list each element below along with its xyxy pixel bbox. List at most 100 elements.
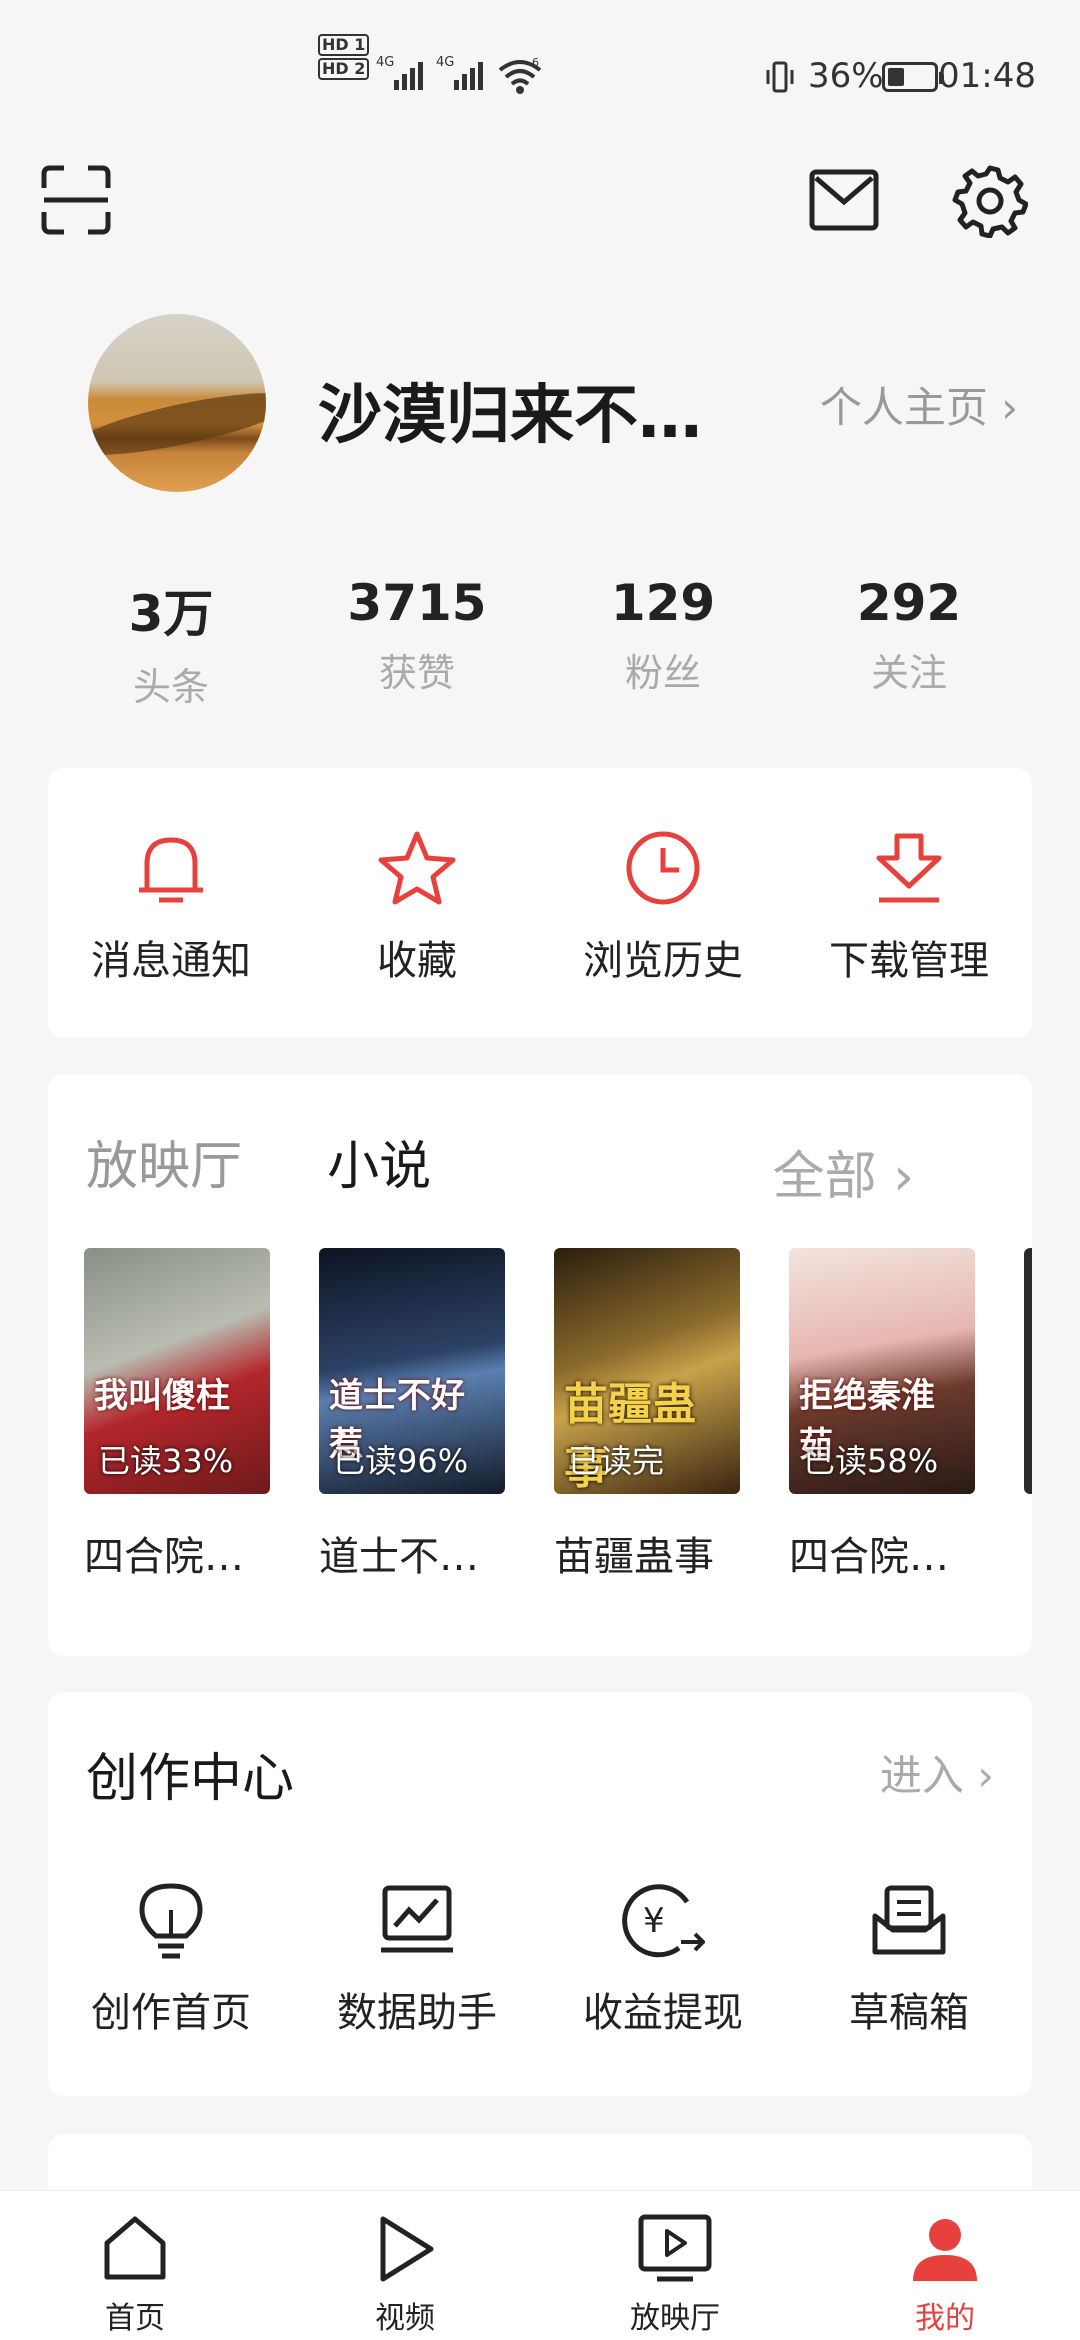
mail-icon	[809, 169, 879, 231]
battery-fill	[888, 68, 904, 86]
svg-text:¥: ¥	[643, 1901, 665, 1941]
favorites-button[interactable]: 收藏	[294, 820, 540, 986]
book-cover: 苗疆蛊事 已读完	[554, 1248, 740, 1494]
star-icon	[378, 831, 456, 905]
book-cover: 拒绝秦淮茹 已读58%	[789, 1248, 975, 1494]
book-item-partial[interactable]	[1024, 1248, 1032, 1494]
clock-icon	[626, 831, 700, 905]
nav-video[interactable]: 视频	[270, 2191, 540, 2340]
chart-icon	[381, 1885, 453, 1953]
net1-label: 4G	[376, 55, 394, 70]
drafts-button[interactable]: 草稿箱	[786, 1872, 1032, 2038]
bottom-nav: 首页 视频 放映厅 我的	[0, 2190, 1080, 2340]
book-item[interactable]: 拒绝秦淮茹 已读58% 四合院…	[789, 1248, 975, 1578]
creator-enter-link[interactable]: 进入 ›	[880, 1742, 994, 1803]
net2-label: 4G	[436, 55, 454, 70]
stat-value: 292	[856, 574, 962, 632]
stat-value: 129	[610, 574, 716, 632]
stat-value: 3715	[347, 574, 487, 632]
status-time: 01:48	[938, 56, 1036, 96]
status-bar: HD 1 HD 2 4G 4G 6 36% 01:48	[0, 0, 1080, 150]
book-name: 道士不…	[319, 1534, 479, 1578]
stat-value: 3万	[128, 585, 214, 643]
scan-button[interactable]	[36, 160, 116, 240]
book-item[interactable]: 我叫傻柱 已读33% 四合院…	[84, 1248, 270, 1578]
book-progress: 已读58%	[803, 1442, 939, 1480]
bell-icon	[139, 837, 203, 903]
battery-percent: 36%	[808, 56, 884, 96]
stat-label: 关注	[870, 651, 947, 695]
data-assistant-button[interactable]: 数据助手	[294, 1872, 540, 2038]
creator-home-label: 创作首页	[91, 1990, 251, 2036]
tab-cinema[interactable]: 放映厅	[86, 1137, 242, 1197]
book-progress: 已读完	[568, 1442, 665, 1480]
downloads-label: 下载管理	[829, 938, 989, 984]
book-name: 四合院…	[789, 1534, 949, 1578]
book-cover	[1024, 1248, 1032, 1494]
homepage-link[interactable]: 个人主页 ›	[820, 374, 1018, 435]
nav-home[interactable]: 首页	[0, 2191, 270, 2340]
nav-cinema[interactable]: 放映厅	[540, 2191, 810, 2340]
book-item[interactable]: 苗疆蛊事 已读完 苗疆蛊事	[554, 1248, 740, 1578]
book-item[interactable]: 道士不好惹 已读96% 道士不…	[319, 1248, 505, 1578]
drafts-label: 草稿箱	[849, 1990, 969, 2036]
settings-button[interactable]	[950, 160, 1030, 240]
nav-mine-label: 我的	[915, 2301, 975, 2336]
creator-home-button[interactable]: 创作首页	[48, 1872, 294, 2038]
downloads-button[interactable]: 下载管理	[786, 820, 1032, 986]
scan-icon	[41, 165, 111, 235]
home-icon	[104, 2216, 166, 2280]
tv-icon	[638, 2214, 712, 2282]
draft-box-icon	[872, 1885, 946, 1955]
nav-cinema-label: 放映厅	[630, 2301, 720, 2336]
stat-headlines[interactable]: 3万 头条	[48, 574, 294, 711]
media-tabs: 放映厅 小说 全部 ›	[86, 1124, 994, 1207]
earnings-label: 收益提现	[583, 1990, 743, 2036]
book-cover-title: 我叫傻柱	[94, 1376, 230, 1416]
nav-mine[interactable]: 我的	[810, 2191, 1080, 2340]
novels-card: 放映厅 小说 全部 › 我叫傻柱 已读33% 四合院… 道士不好惹 已读96% …	[48, 1074, 1032, 1656]
battery-icon	[882, 62, 944, 92]
signal-icon: 4G	[376, 55, 423, 90]
data-assistant-label: 数据助手	[337, 1990, 497, 2036]
notifications-label: 消息通知	[91, 938, 251, 984]
lightbulb-icon	[139, 1883, 203, 1959]
history-button[interactable]: 浏览历史	[540, 820, 786, 986]
stat-likes[interactable]: 3715 获赞	[294, 574, 540, 711]
wifi-label: 6	[532, 56, 539, 69]
book-progress: 已读96%	[333, 1442, 469, 1480]
book-progress: 已读33%	[98, 1442, 234, 1480]
username[interactable]: 沙漠归来不…	[318, 364, 702, 456]
hd1-indicator: HD 1	[318, 34, 370, 56]
stat-label: 获赞	[378, 651, 455, 695]
wifi-icon: 6	[498, 56, 542, 94]
stat-fans[interactable]: 129 粉丝	[540, 574, 786, 711]
creator-header: 创作中心 进入 ›	[86, 1736, 994, 1811]
mail-button[interactable]	[804, 160, 884, 240]
stat-label: 粉丝	[624, 651, 701, 695]
nav-video-label: 视频	[375, 2301, 435, 2336]
avatar-dune	[88, 380, 266, 468]
yuan-coin-icon: ¥	[622, 1884, 705, 1958]
notifications-button[interactable]: 消息通知	[48, 820, 294, 986]
book-cover: 我叫傻柱 已读33%	[84, 1248, 270, 1494]
play-icon	[380, 2216, 434, 2282]
stats-row: 3万 头条 3715 获赞 129 粉丝 292 关注	[48, 574, 1032, 711]
creator-card: 创作中心 进入 › 创作首页 数据助手 ¥ 收益提现 草稿箱	[48, 1692, 1032, 2096]
earnings-button[interactable]: ¥ 收益提现	[540, 1872, 786, 2038]
tab-novels[interactable]: 小说	[327, 1137, 431, 1197]
nav-home-label: 首页	[105, 2301, 165, 2336]
download-icon	[876, 833, 942, 903]
book-shelf[interactable]: 我叫傻柱 已读33% 四合院… 道士不好惹 已读96% 道士不… 苗疆蛊事 已读…	[84, 1248, 1032, 1578]
book-name: 四合院…	[84, 1534, 244, 1578]
book-cover: 道士不好惹 已读96%	[319, 1248, 505, 1494]
avatar[interactable]	[88, 314, 266, 492]
signal-icon: 4G	[436, 55, 483, 90]
hd2-indicator: HD 2	[318, 58, 370, 80]
gear-icon	[952, 165, 1028, 238]
stat-label: 头条	[132, 665, 209, 709]
creator-title: 创作中心	[86, 1749, 295, 1809]
user-icon	[913, 2219, 977, 2281]
novels-all-link[interactable]: 全部 ›	[773, 1134, 914, 1209]
stat-following[interactable]: 292 关注	[786, 574, 1032, 711]
